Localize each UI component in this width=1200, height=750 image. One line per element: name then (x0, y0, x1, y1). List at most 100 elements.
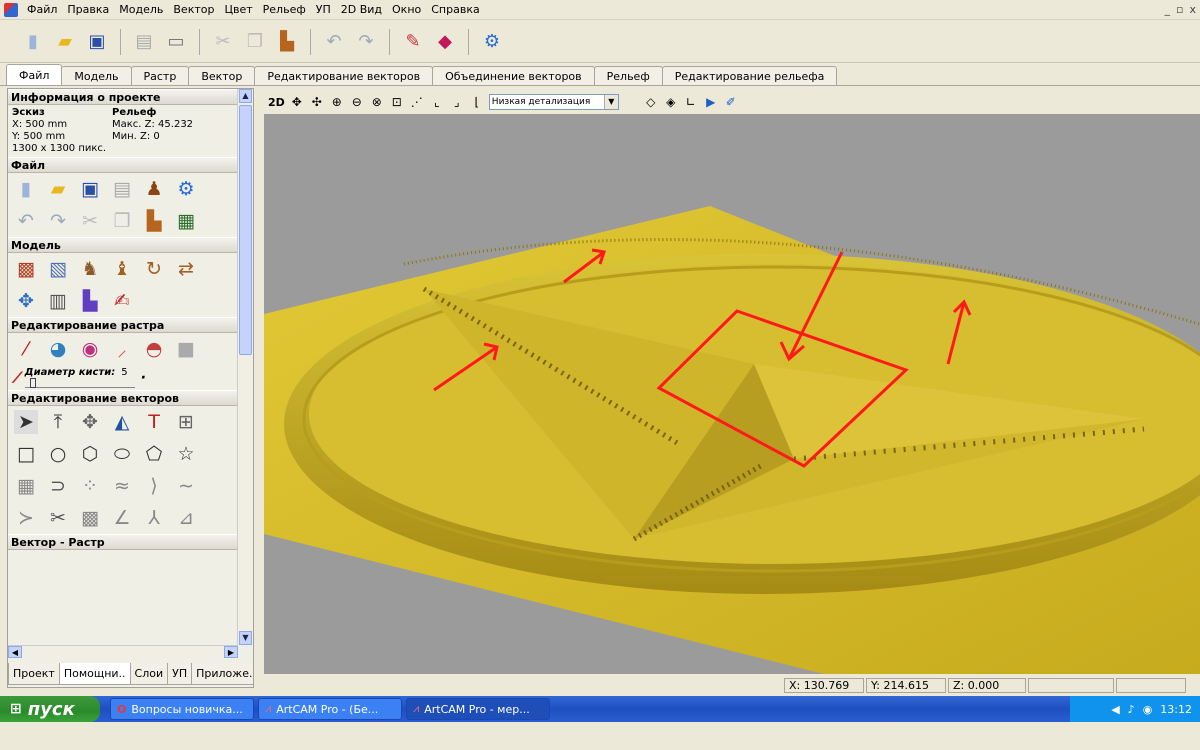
taskbar-item-opera[interactable]: O Вопросы новичка... (110, 698, 254, 720)
axis-icon[interactable]: ⋰ (409, 94, 425, 110)
model-scale-icon[interactable]: ✥ (14, 289, 38, 313)
menu-window[interactable]: Окно (387, 3, 426, 16)
wireframe-icon[interactable]: ◇ (643, 94, 659, 110)
polyline-icon[interactable]: ⬡ (78, 442, 102, 466)
menu-model[interactable]: Модель (114, 3, 168, 16)
scroll-left-icon[interactable]: ◀ (8, 646, 22, 658)
model-color-icon[interactable]: ▙ (78, 289, 102, 313)
model-grayscale-icon[interactable]: ▥ (46, 289, 70, 313)
points-icon[interactable]: ⁘ (78, 474, 102, 498)
tab-toolpaths[interactable]: УП (167, 663, 193, 685)
tab-relief-edit[interactable]: Редактирование рельефа (661, 66, 838, 85)
copy-icon[interactable]: ❐ (242, 29, 268, 55)
restore-button[interactable]: ▫ (1176, 3, 1183, 16)
grid-icon[interactable]: ▦ (14, 474, 38, 498)
save-icon[interactable]: ▣ (84, 29, 110, 55)
paste-icon[interactable]: ▙ (142, 209, 166, 233)
menu-vector[interactable]: Вектор (168, 3, 219, 16)
tab-project[interactable]: Проект (8, 663, 60, 685)
3d-viewport[interactable] (264, 114, 1200, 674)
zoom-out-icon[interactable]: ⊖ (349, 94, 365, 110)
tray-arrow-icon[interactable]: ◀ (1111, 703, 1119, 716)
pencil-icon[interactable]: ✎ (400, 29, 426, 55)
open-folder-icon[interactable]: ▰ (52, 29, 78, 55)
scissors-icon[interactable]: ✂ (46, 506, 70, 530)
settings-icon[interactable]: ⚙ (479, 29, 505, 55)
view-side-icon[interactable]: ⌟ (449, 94, 465, 110)
scroll-up-icon[interactable]: ▲ (239, 89, 252, 103)
menu-edit[interactable]: Правка (62, 3, 114, 16)
tab-file[interactable]: Файл (6, 64, 63, 85)
chevron-down-icon[interactable]: ▼ (603, 95, 618, 109)
vector-bitmap-icon[interactable]: ◭ (110, 410, 134, 434)
section-model[interactable]: Модель▲ (8, 237, 253, 253)
polygon-icon[interactable]: ⬠ (142, 442, 166, 466)
menu-2d-view[interactable]: 2D Вид (336, 3, 387, 16)
copy-icon[interactable]: ❐ (110, 209, 134, 233)
add-icon[interactable]: ⊞ (174, 410, 198, 434)
section-file[interactable]: Файл▲ (8, 157, 253, 173)
tab-vector-merge[interactable]: Объединение векторов (432, 66, 595, 85)
select-arrow-icon[interactable]: ➤ (14, 410, 38, 434)
dimension-icon[interactable]: ⊿ (174, 506, 198, 530)
undo-icon[interactable]: ↶ (321, 29, 347, 55)
import-icon[interactable]: ♟ (142, 177, 166, 201)
slider-thumb[interactable] (29, 378, 36, 388)
start-button[interactable]: ⊞ пуск (0, 696, 100, 722)
pan-icon[interactable]: ✥ (289, 94, 305, 110)
clock[interactable]: 13:12 (1160, 703, 1192, 716)
tab-assistant[interactable]: Помощни.. (58, 663, 131, 685)
detail-level-select[interactable]: Низкая детализация ▼ (488, 94, 619, 110)
axes-icon[interactable]: ∟ (683, 94, 699, 110)
split-icon[interactable]: ⅄ (142, 506, 166, 530)
panel-horizontal-scrollbar[interactable]: ◀ ▶ (8, 645, 238, 659)
text-icon[interactable]: T (142, 410, 166, 434)
view-top-icon[interactable]: ⌊ (469, 94, 485, 110)
section-vector-raster[interactable]: Вектор - Растр▲ (8, 534, 253, 550)
view-mode-2d[interactable]: 2D (268, 96, 285, 109)
menu-color[interactable]: Цвет (219, 3, 257, 16)
scroll-right-icon[interactable]: ▶ (224, 646, 238, 658)
settings-icon[interactable]: ⚙ (174, 177, 198, 201)
taskbar-item-artcam-2[interactable]: ⩘ ArtCAM Pro - мер... (406, 698, 550, 720)
redo-icon[interactable]: ↷ (353, 29, 379, 55)
minimize-button[interactable]: _ (1165, 3, 1171, 16)
transform-icon[interactable]: ✥ (78, 410, 102, 434)
model-mirror-icon[interactable]: ⇄ (174, 257, 198, 281)
tab-relief[interactable]: Рельеф (593, 66, 663, 85)
stack-icon[interactable]: ▩ (78, 506, 102, 530)
zoom-fit-icon[interactable]: ⊡ (389, 94, 405, 110)
book-icon[interactable]: ◆ (432, 29, 458, 55)
model-figure-icon[interactable]: ♝ (110, 257, 134, 281)
volume-icon[interactable]: ♪ (1128, 703, 1135, 716)
arc-icon[interactable]: ⊃ (46, 474, 70, 498)
paste-icon[interactable]: ▙ (274, 29, 300, 55)
redo-icon[interactable]: ↷ (46, 209, 70, 233)
network-icon[interactable]: ◉ (1143, 703, 1153, 716)
model-size-icon[interactable]: ▩ (14, 257, 38, 281)
cut-icon[interactable]: ✂ (78, 209, 102, 233)
tab-layers[interactable]: Слои (129, 663, 169, 685)
model-rotate-icon[interactable]: ↻ (142, 257, 166, 281)
open-folder-icon[interactable]: ▰ (46, 177, 70, 201)
menu-help[interactable]: Справка (426, 3, 484, 16)
new-file-icon[interactable]: ▮ (14, 177, 38, 201)
cut-icon[interactable]: ✂ (210, 29, 236, 55)
zoom-in-icon[interactable]: ⊕ (329, 94, 345, 110)
tab-model[interactable]: Модель (61, 66, 132, 85)
brush-icon[interactable]: ⁄ (14, 337, 38, 361)
zoom-previous-icon[interactable]: ⊗ (369, 94, 385, 110)
taskbar-item-artcam-1[interactable]: ⩘ ArtCAM Pro - (Бе... (258, 698, 402, 720)
angle-icon[interactable]: ∠ (110, 506, 134, 530)
undo-icon[interactable]: ↶ (14, 209, 38, 233)
artcam-app-icon[interactable] (4, 2, 18, 17)
save-icon[interactable]: ▣ (78, 177, 102, 201)
palette-icon[interactable]: ◉ (78, 337, 102, 361)
wave-icon[interactable]: ≈ (110, 474, 134, 498)
section-raster-edit[interactable]: Редактирование растра▲ (8, 317, 253, 333)
scan-icon[interactable]: ▤ (131, 29, 157, 55)
color-brush-icon[interactable]: ⸝ (110, 337, 134, 361)
menu-file[interactable]: Файл (22, 3, 62, 16)
section-vector-edit[interactable]: Редактирование векторов▲ (8, 390, 253, 406)
star-icon[interactable]: ☆ (174, 442, 198, 466)
